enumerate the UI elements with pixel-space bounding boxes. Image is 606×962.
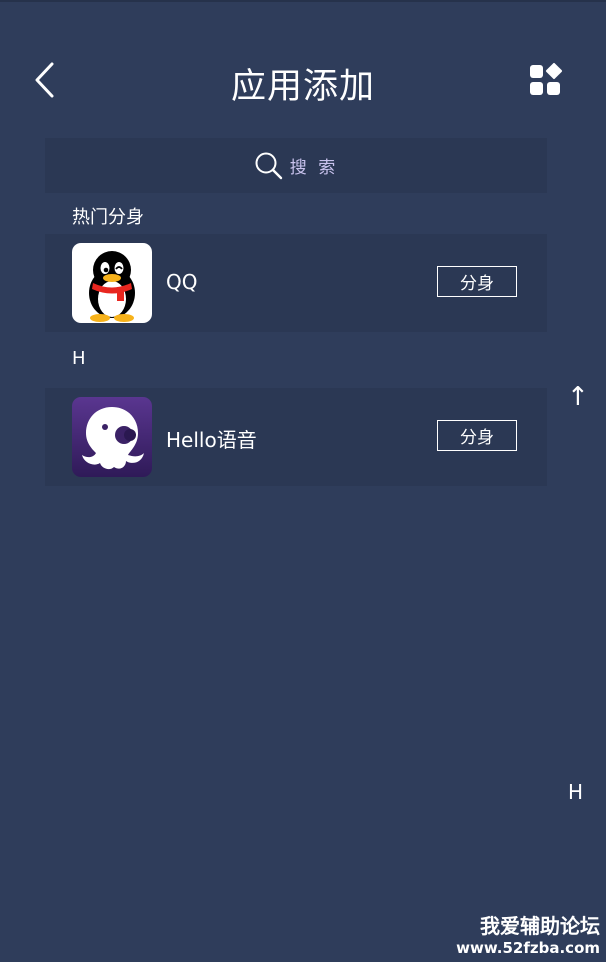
- status-bar-edge: [0, 0, 606, 2]
- search-label: 搜 索: [289, 158, 339, 178]
- page-title: 应用添加: [230, 67, 375, 107]
- watermark-title: 我爱辅助论坛: [480, 914, 600, 938]
- app-row-qq[interactable]: QQ 分身: [45, 234, 547, 332]
- app-row-hello[interactable]: Hello语音 分身: [45, 388, 547, 486]
- index-bar-letter-h[interactable]: H: [568, 780, 583, 804]
- app-grid-button[interactable]: [526, 60, 566, 100]
- clone-button[interactable]: 分身: [437, 420, 517, 451]
- app-name: QQ: [166, 270, 198, 294]
- search-bar[interactable]: 搜 索: [45, 138, 547, 193]
- section-header-h: H: [72, 348, 86, 369]
- clone-button[interactable]: 分身: [437, 266, 517, 297]
- header-bar: 应用添加: [0, 40, 606, 120]
- section-header-popular: 热门分身: [72, 207, 144, 228]
- hello-voice-octopus-icon: [72, 397, 152, 477]
- watermark-url: www.52fzba.com: [456, 939, 600, 957]
- app-grid-icon: [530, 62, 563, 95]
- app-name: Hello语音: [166, 428, 257, 452]
- index-bar-up-arrow[interactable]: ↑: [567, 382, 589, 412]
- qq-penguin-icon: [72, 243, 152, 323]
- watermark: 我爱辅助论坛 www.52fzba.com: [456, 914, 600, 958]
- search-icon: [255, 152, 282, 179]
